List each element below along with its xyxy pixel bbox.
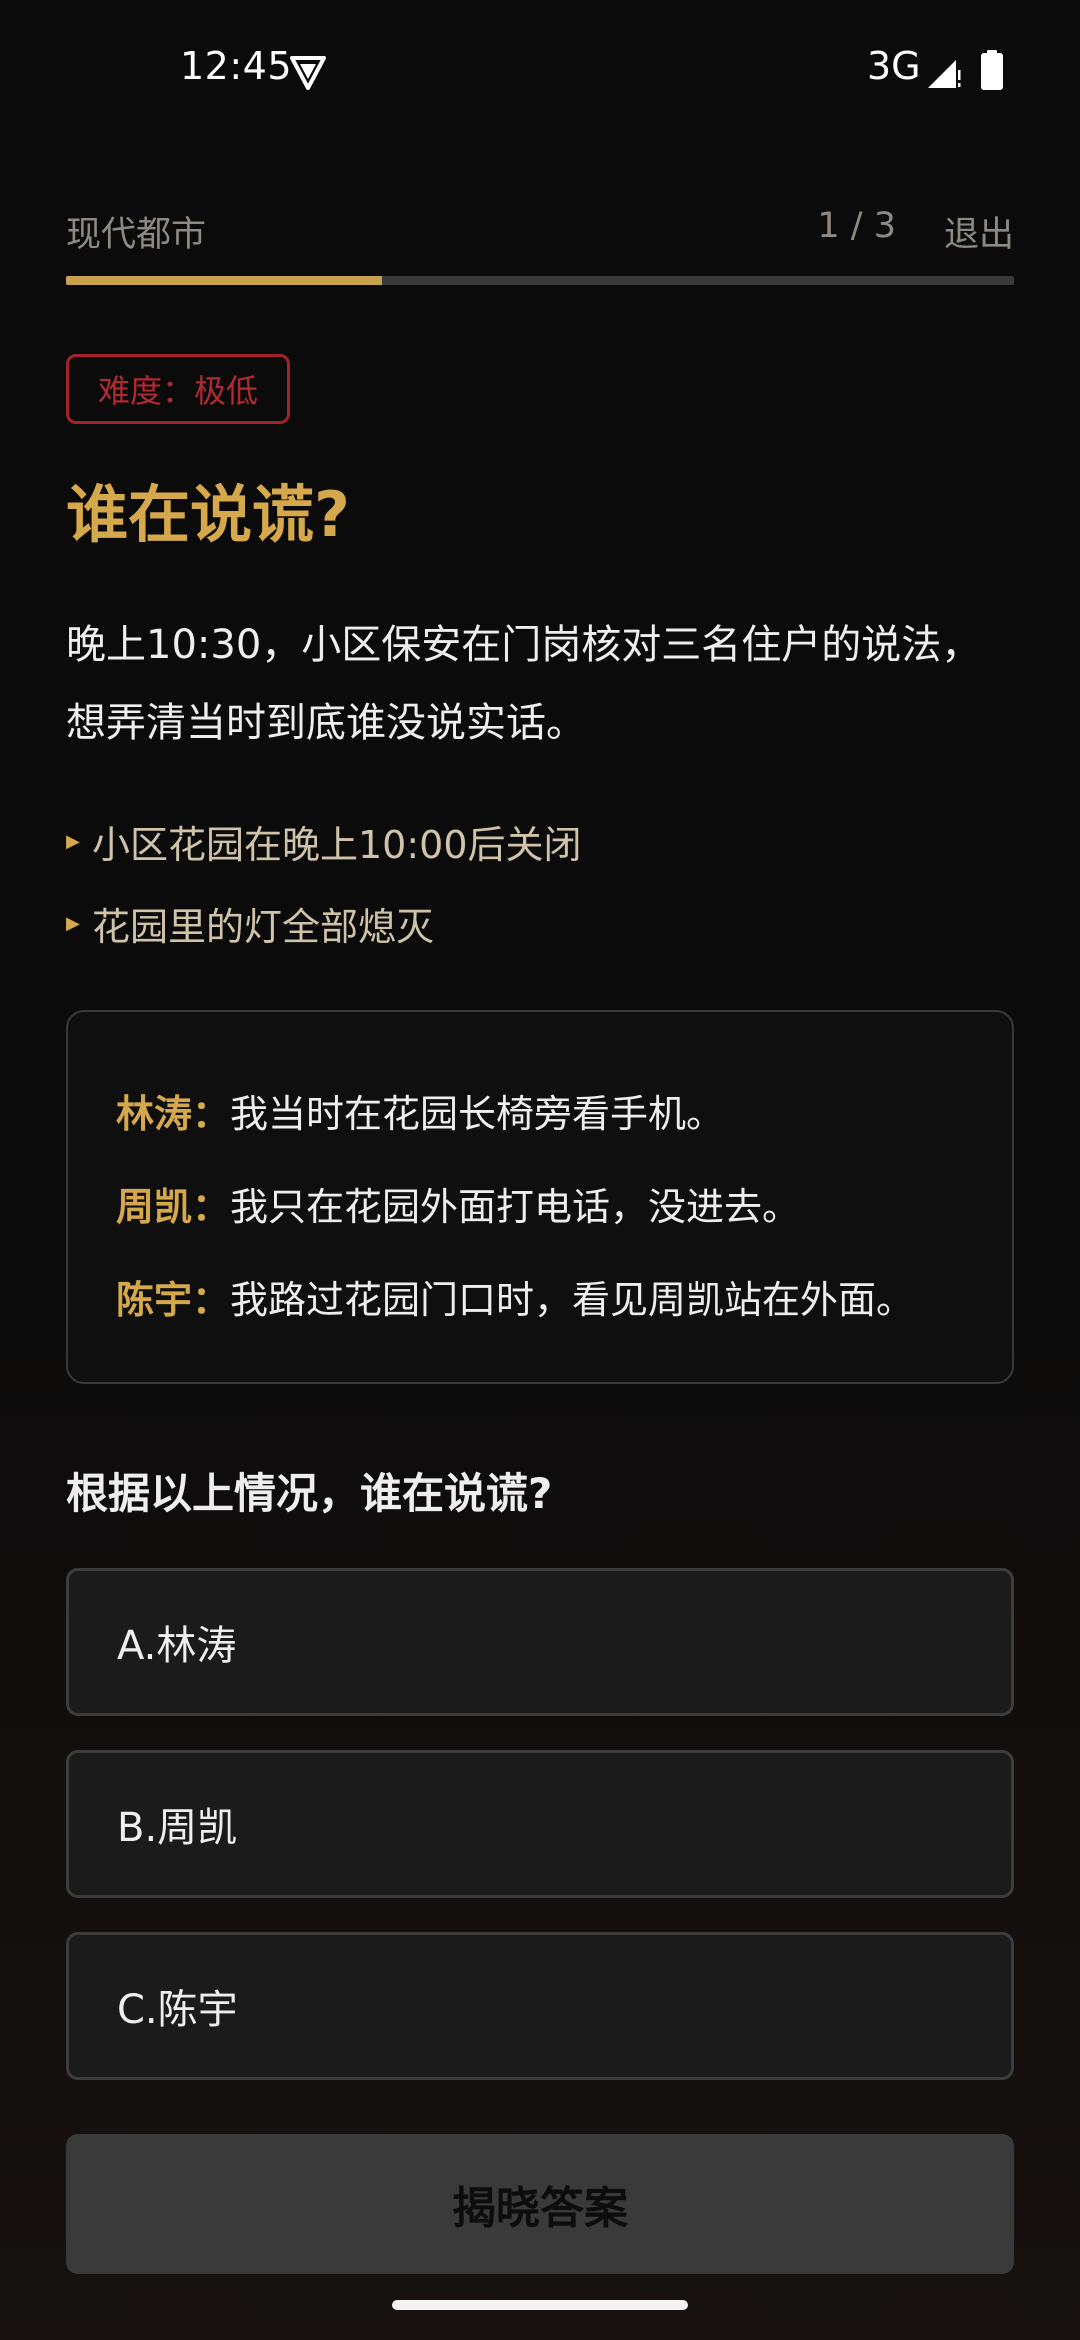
- statement-text: 我只在花园外面打电话，没进去。: [230, 1185, 801, 1229]
- progress-counter: 1 / 3: [817, 206, 896, 246]
- progress-bar: [66, 276, 1014, 285]
- page-title: 谁在说谎?: [66, 478, 350, 551]
- clue-item: ▶ 小区花园在晚上10:00后关闭: [66, 800, 1016, 882]
- statements-card: 林涛： 我当时在花园长椅旁看手机。 周凯： 我只在花园外面打电话，没进去。 陈宇…: [66, 1010, 1014, 1384]
- statement-speaker: 林涛：: [116, 1092, 231, 1136]
- statement-row: 周凯： 我只在花园外面打电话，没进去。: [68, 1157, 1012, 1250]
- statement-row: 林涛： 我当时在花园长椅旁看手机。: [68, 1064, 1012, 1157]
- answer-option-c[interactable]: C.陈宇: [66, 1932, 1014, 2080]
- category-label: 现代都市: [66, 215, 207, 255]
- statement-speaker: 陈宇：: [116, 1278, 231, 1322]
- clue-list: ▶ 小区花园在晚上10:00后关闭 ▶ 花园里的灯全部熄灭: [66, 800, 1016, 964]
- statement-text: 我路过花园门口时，看见周凯站在外面。: [230, 1278, 915, 1322]
- answer-option-a[interactable]: A.林涛: [66, 1568, 1014, 1716]
- statement-speaker: 周凯：: [116, 1185, 231, 1229]
- statement-text: 我当时在花园长椅旁看手机。: [230, 1092, 725, 1136]
- reveal-answer-button[interactable]: 揭晓答案: [66, 2134, 1014, 2274]
- home-indicator[interactable]: [392, 2300, 688, 2310]
- signal-icon: [928, 60, 961, 88]
- bullet-arrow-icon: ▶: [66, 830, 80, 852]
- progress-bar-fill: [66, 276, 382, 285]
- clue-text: 小区花园在晚上10:00后关闭: [92, 822, 582, 867]
- network-type: 3G: [867, 44, 921, 88]
- status-bar: 12:45 3G: [0, 0, 1080, 140]
- question-text: 根据以上情况，谁在说谎?: [66, 1469, 553, 1518]
- exit-button[interactable]: 退出: [944, 206, 1014, 257]
- vpn-shield-icon: [290, 56, 326, 90]
- status-time: 12:45: [180, 44, 293, 88]
- answer-option-b[interactable]: B.周凯: [66, 1750, 1014, 1898]
- difficulty-badge: 难度：极低: [66, 354, 290, 424]
- scenario-description: 晚上10:30，小区保安在门岗核对三名住户的说法，想弄清当时到底谁没说实话。: [66, 622, 982, 746]
- clue-item: ▶ 花园里的灯全部熄灭: [66, 882, 1016, 964]
- statement-row: 陈宇： 我路过花园门口时，看见周凯站在外面。: [68, 1250, 1012, 1343]
- bullet-arrow-icon: ▶: [66, 912, 80, 934]
- battery-icon: [981, 50, 1003, 90]
- clue-text: 花园里的灯全部熄灭: [92, 904, 435, 949]
